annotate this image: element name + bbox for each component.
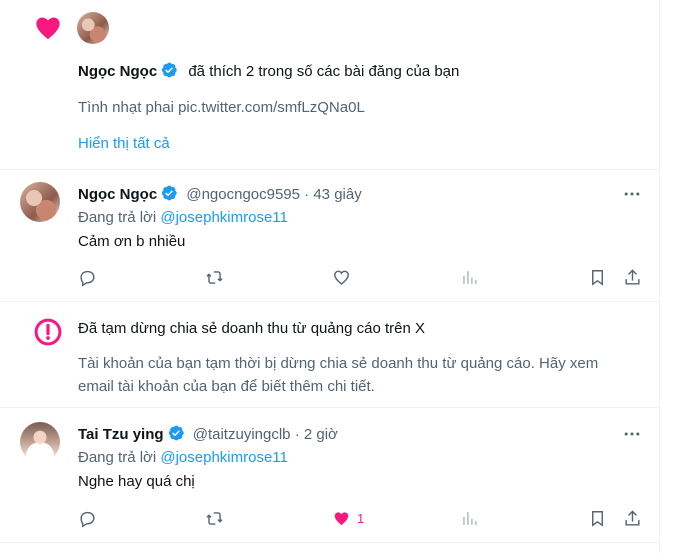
- avatar[interactable]: [20, 422, 60, 462]
- user-name[interactable]: Ngọc Ngọc: [78, 186, 157, 203]
- tweet-actions: 1: [0, 507, 660, 531]
- avatar[interactable]: [77, 12, 109, 44]
- bookmark-button[interactable]: [588, 507, 607, 529]
- separator: ·: [304, 186, 310, 203]
- alert-circle-icon: [34, 318, 62, 346]
- replying-to: Đang trả lời @josephkimrose11: [78, 208, 288, 228]
- tweet-header: Ngọc Ngọc @ngocngoc9595 · 43 giây: [78, 184, 362, 205]
- tweet-text: Cảm ơn b nhiều: [78, 233, 186, 250]
- like-button[interactable]: [332, 266, 351, 288]
- action-text: đã thích 2 trong số các bài đăng của bạn: [188, 63, 460, 80]
- user-name[interactable]: Ngọc Ngọc: [78, 63, 157, 80]
- more-dots-icon[interactable]: [622, 184, 642, 204]
- views-bars-icon: [463, 511, 477, 525]
- replying-to-link[interactable]: @josephkimrose11: [160, 209, 288, 226]
- replying-to: Đang trả lời @josephkimrose11: [78, 448, 288, 468]
- like-notification[interactable]: Ngọc Ngọc đã thích 2 trong số các bài đă…: [0, 0, 660, 170]
- heart-icon: [33, 14, 63, 42]
- verified-badge-icon: [162, 185, 177, 201]
- share-button[interactable]: [623, 507, 642, 529]
- show-all-link[interactable]: Hiển thị tất cả: [78, 135, 170, 152]
- user-name[interactable]: Tai Tzu ying: [78, 426, 164, 443]
- reply-tweet[interactable]: Tai Tzu ying @taitzuyingclb · 2 giờ Đang…: [0, 408, 660, 543]
- verified-badge-icon: [168, 425, 184, 441]
- verified-badge-icon: [162, 62, 177, 78]
- share-button[interactable]: [623, 266, 642, 288]
- repost-button[interactable]: [205, 507, 224, 529]
- share-icon: [625, 509, 640, 526]
- views-bars-icon: [463, 270, 477, 284]
- timestamp[interactable]: 2 giờ: [304, 426, 338, 443]
- reply-bubble-icon: [80, 270, 95, 286]
- user-handle[interactable]: @ngocngoc9595: [186, 186, 300, 203]
- heart-icon: [334, 511, 349, 525]
- tweet-actions: [0, 266, 660, 290]
- replying-prefix: Đang trả lời: [78, 449, 157, 466]
- views-button[interactable]: [460, 266, 479, 288]
- notice-title: Đã tạm dừng chia sẻ doanh thu từ quảng c…: [78, 320, 425, 337]
- reply-bubble-icon: [80, 511, 95, 527]
- avatar[interactable]: [20, 182, 60, 222]
- replying-to-link[interactable]: @josephkimrose11: [160, 449, 288, 466]
- notice-body: Tài khoản của bạn tạm thời bị dừng chia …: [78, 355, 599, 395]
- notifications-feed: Ngọc Ngọc đã thích 2 trong số các bài đă…: [0, 0, 660, 553]
- repost-button[interactable]: [205, 266, 224, 288]
- bookmark-icon: [592, 510, 603, 527]
- user-handle[interactable]: @taitzuyingclb: [193, 426, 291, 443]
- tweet-header: Tai Tzu ying @taitzuyingclb · 2 giờ: [78, 424, 338, 445]
- bookmark-icon: [592, 269, 603, 286]
- notification-line: Ngọc Ngọc đã thích 2 trong số các bài đă…: [78, 61, 638, 82]
- repost-icon: [206, 270, 223, 284]
- like-button[interactable]: 1: [332, 507, 364, 529]
- like-count: 1: [357, 510, 365, 526]
- views-button[interactable]: [460, 507, 479, 529]
- timestamp[interactable]: 43 giây: [313, 186, 361, 203]
- separator: ·: [294, 426, 300, 443]
- share-icon: [625, 268, 640, 285]
- post-preview[interactable]: Tình nhạt phai pic.twitter.com/smfLzQNa0…: [78, 99, 365, 116]
- replying-prefix: Đang trả lời: [78, 209, 157, 226]
- reply-button[interactable]: [78, 266, 97, 288]
- reply-tweet[interactable]: Ngọc Ngọc @ngocngoc9595 · 43 giây Đang t…: [0, 170, 660, 302]
- tweet-text: Nghe hay quá chị: [78, 473, 195, 490]
- repost-icon: [206, 511, 223, 525]
- monetization-notice[interactable]: Đã tạm dừng chia sẻ doanh thu từ quảng c…: [0, 302, 660, 408]
- bookmark-button[interactable]: [588, 266, 607, 288]
- reply-button[interactable]: [78, 507, 97, 529]
- more-dots-icon[interactable]: [622, 424, 642, 444]
- heart-icon: [334, 270, 349, 285]
